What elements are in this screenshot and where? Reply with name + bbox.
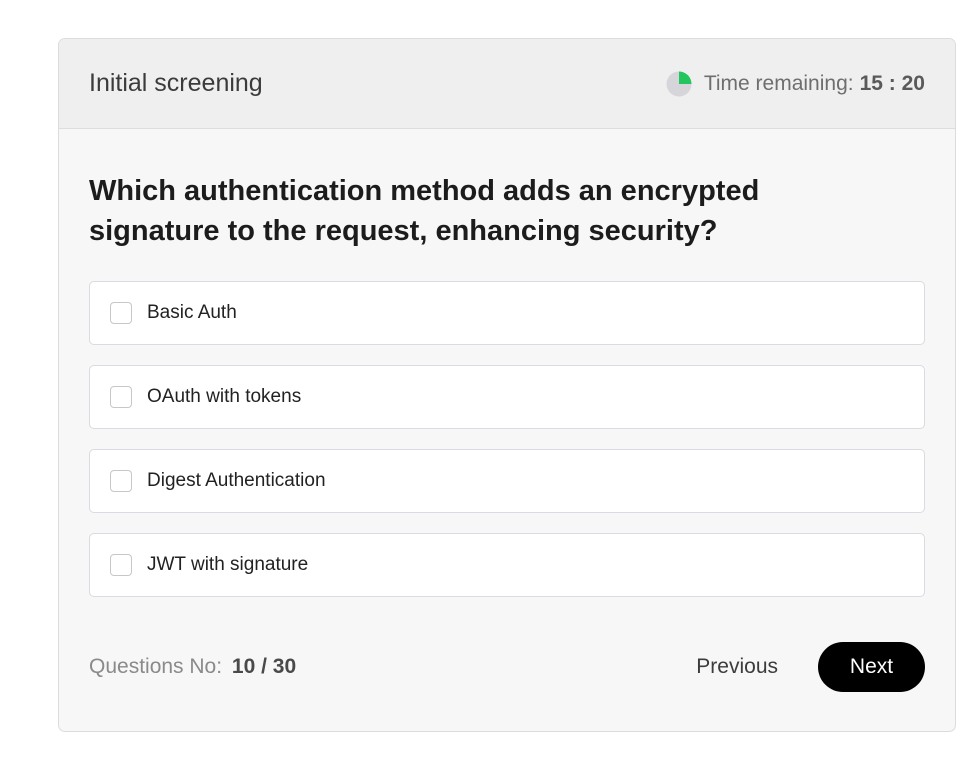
quiz-card: Initial screening Time remaining: 15 : 2… <box>58 38 956 732</box>
answer-option[interactable]: OAuth with tokens <box>89 365 925 429</box>
question-progress-value: 10 / 30 <box>231 655 297 678</box>
answer-option[interactable]: Digest Authentication <box>89 449 925 513</box>
quiz-header: Initial screening Time remaining: 15 : 2… <box>59 39 955 129</box>
quiz-footer: Questions No: 10 / 30 Previous Next <box>89 642 925 692</box>
quiz-title: Initial screening <box>89 69 263 97</box>
answer-checkbox[interactable] <box>110 302 132 324</box>
answer-checkbox[interactable] <box>110 554 132 576</box>
answer-label: OAuth with tokens <box>147 386 302 407</box>
answer-option[interactable]: Basic Auth <box>89 281 925 345</box>
quiz-body: Which authentication method adds an encr… <box>59 129 955 597</box>
question-navigation: Previous Next <box>696 642 925 692</box>
answer-option[interactable]: JWT with signature <box>89 533 925 597</box>
previous-button[interactable]: Previous <box>696 655 778 679</box>
time-remaining-value: 15 : 20 <box>859 71 925 95</box>
time-remaining-label: Time remaining: <box>703 71 854 95</box>
next-button[interactable]: Next <box>818 642 925 692</box>
answer-options: Basic Auth OAuth with tokens Digest Auth… <box>89 281 925 597</box>
answer-label: Basic Auth <box>147 302 237 323</box>
answer-label: JWT with signature <box>147 554 309 575</box>
question-progress: Questions No: 10 / 30 <box>89 655 296 679</box>
timer: Time remaining: 15 : 20 <box>666 71 925 97</box>
answer-checkbox[interactable] <box>110 470 132 492</box>
question-text: Which authentication method adds an encr… <box>89 175 760 247</box>
pie-timer-icon <box>666 71 692 96</box>
answer-label: Digest Authentication <box>147 470 326 491</box>
answer-checkbox[interactable] <box>110 386 132 408</box>
question-progress-label: Questions No: <box>89 655 223 678</box>
